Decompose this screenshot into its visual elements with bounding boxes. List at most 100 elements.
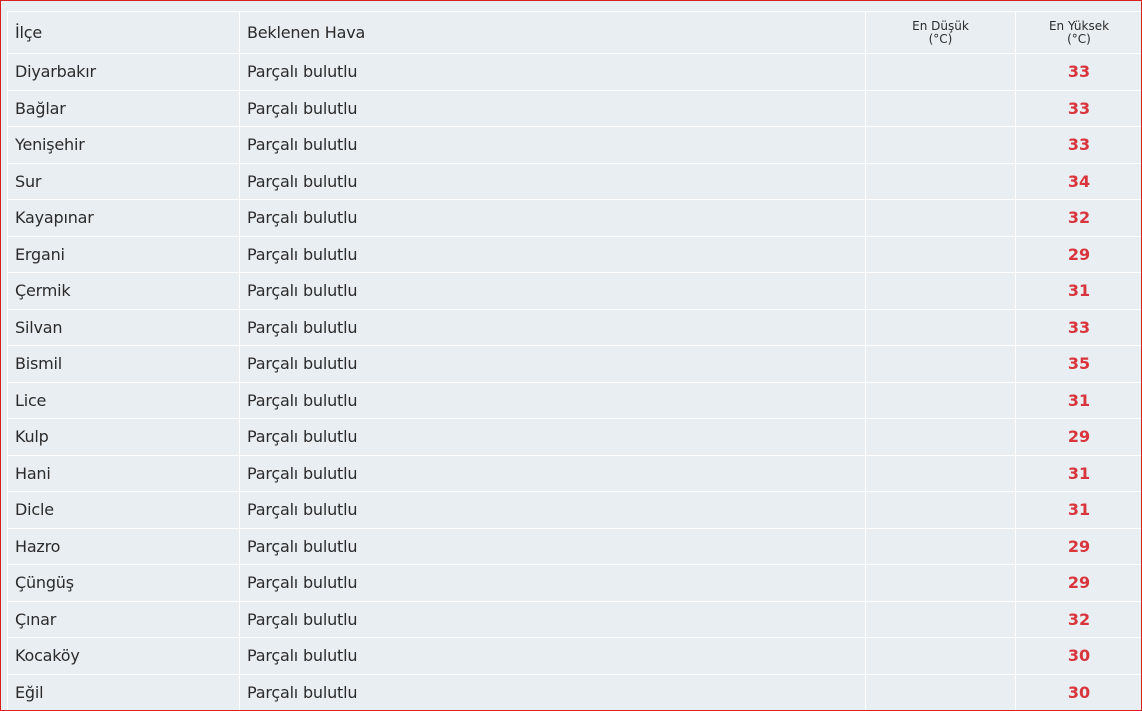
weather-cell: Parçalı bulutlu: [239, 53, 866, 91]
weather-cell: Parçalı bulutlu: [239, 564, 866, 602]
district-cell: Dicle: [7, 491, 240, 529]
table-row: Çüngüş Parçalı bulutlu 29: [7, 564, 1141, 602]
max-temp-cell: 33: [1015, 126, 1141, 164]
min-temp-cell: [865, 600, 1016, 638]
min-temp-cell: [865, 235, 1016, 273]
district-cell: Bağlar: [7, 89, 240, 127]
max-temp-header-label: En Yüksek: [1048, 18, 1110, 33]
min-temp-cell: [865, 345, 1016, 383]
district-cell: Hazro: [7, 527, 240, 565]
min-temp-header-label: En Düşük: [912, 18, 969, 33]
min-temp-cell: [865, 564, 1016, 602]
max-temp-cell: 33: [1015, 308, 1141, 346]
max-temp-cell: 32: [1015, 600, 1141, 638]
table-row: Hazro Parçalı bulutlu 29: [7, 527, 1141, 565]
table-row: Yenişehir Parçalı bulutlu 33: [7, 126, 1141, 164]
table-row: Kocaköy Parçalı bulutlu 30: [7, 637, 1141, 675]
table-row: Diyarbakır Parçalı bulutlu 33: [7, 53, 1141, 91]
table-row: Bismil Parçalı bulutlu 35: [7, 345, 1141, 383]
column-header-district: İlçe: [7, 11, 240, 54]
min-temp-cell: [865, 673, 1016, 710]
table-row: Eğil Parçalı bulutlu 30: [7, 673, 1141, 710]
weather-cell: Parçalı bulutlu: [239, 637, 866, 675]
min-temp-cell: [865, 491, 1016, 529]
district-cell: Hani: [7, 454, 240, 492]
district-cell: Kulp: [7, 418, 240, 456]
max-temp-cell: 30: [1015, 673, 1141, 710]
min-temp-cell: [865, 381, 1016, 419]
max-temp-cell: 29: [1015, 418, 1141, 456]
column-header-max-temp: En Yüksek (°C): [1015, 11, 1141, 54]
column-header-expected-weather: Beklenen Hava: [239, 11, 866, 54]
weather-cell: Parçalı bulutlu: [239, 89, 866, 127]
max-temp-cell: 29: [1015, 564, 1141, 602]
min-temp-cell: [865, 418, 1016, 456]
weather-cell: Parçalı bulutlu: [239, 345, 866, 383]
district-cell: Diyarbakır: [7, 53, 240, 91]
table-row: Kulp Parçalı bulutlu 29: [7, 418, 1141, 456]
max-temp-cell: 33: [1015, 89, 1141, 127]
table-row: Ergani Parçalı bulutlu 29: [7, 235, 1141, 273]
weather-cell: Parçalı bulutlu: [239, 235, 866, 273]
max-temp-cell: 29: [1015, 235, 1141, 273]
weather-cell: Parçalı bulutlu: [239, 162, 866, 200]
max-temp-cell: 32: [1015, 199, 1141, 237]
weather-cell: Parçalı bulutlu: [239, 673, 866, 710]
weather-cell: Parçalı bulutlu: [239, 126, 866, 164]
max-temp-header-unit: (°C): [1067, 31, 1091, 46]
weather-cell: Parçalı bulutlu: [239, 418, 866, 456]
min-temp-cell: [865, 527, 1016, 565]
district-cell: Çüngüş: [7, 564, 240, 602]
weather-cell: Parçalı bulutlu: [239, 381, 866, 419]
max-temp-cell: 31: [1015, 491, 1141, 529]
min-temp-cell: [865, 162, 1016, 200]
district-cell: Bismil: [7, 345, 240, 383]
min-temp-header-unit: (°C): [928, 31, 953, 46]
min-temp-cell: [865, 272, 1016, 310]
table-row: Lice Parçalı bulutlu 31: [7, 381, 1141, 419]
max-temp-cell: 33: [1015, 53, 1141, 91]
max-temp-cell: 31: [1015, 381, 1141, 419]
min-temp-cell: [865, 126, 1016, 164]
district-cell: Yenişehir: [7, 126, 240, 164]
min-temp-cell: [865, 53, 1016, 91]
min-temp-cell: [865, 637, 1016, 675]
max-temp-cell: 30: [1015, 637, 1141, 675]
district-cell: Çınar: [7, 600, 240, 638]
weather-cell: Parçalı bulutlu: [239, 491, 866, 529]
max-temp-cell: 35: [1015, 345, 1141, 383]
weather-cell: Parçalı bulutlu: [239, 199, 866, 237]
district-cell: Kocaköy: [7, 637, 240, 675]
table-row: Bağlar Parçalı bulutlu 33: [7, 89, 1141, 127]
min-temp-cell: [865, 199, 1016, 237]
min-temp-cell: [865, 308, 1016, 346]
weather-cell: Parçalı bulutlu: [239, 272, 866, 310]
weather-cell: Parçalı bulutlu: [239, 527, 866, 565]
table-row: Sur Parçalı bulutlu 34: [7, 162, 1141, 200]
max-temp-cell: 31: [1015, 454, 1141, 492]
max-temp-cell: 34: [1015, 162, 1141, 200]
weather-cell: Parçalı bulutlu: [239, 600, 866, 638]
weather-cell: Parçalı bulutlu: [239, 308, 866, 346]
district-cell: Lice: [7, 381, 240, 419]
district-cell: Sur: [7, 162, 240, 200]
table-row: Dicle Parçalı bulutlu 31: [7, 491, 1141, 529]
district-cell: Eğil: [7, 673, 240, 710]
table-row: Silvan Parçalı bulutlu 33: [7, 308, 1141, 346]
table-header-row: İlçe Beklenen Hava En Düşük (°C) En Yüks…: [7, 11, 1141, 54]
table-row: Çınar Parçalı bulutlu 32: [7, 600, 1141, 638]
table-row: Hani Parçalı bulutlu 31: [7, 454, 1141, 492]
weather-cell: Parçalı bulutlu: [239, 454, 866, 492]
district-cell: Kayapınar: [7, 199, 240, 237]
column-header-min-temp: En Düşük (°C): [865, 11, 1016, 54]
table-row: Kayapınar Parçalı bulutlu 32: [7, 199, 1141, 237]
table-row: Çermik Parçalı bulutlu 31: [7, 272, 1141, 310]
max-temp-cell: 29: [1015, 527, 1141, 565]
max-temp-cell: 31: [1015, 272, 1141, 310]
district-cell: Ergani: [7, 235, 240, 273]
min-temp-cell: [865, 89, 1016, 127]
min-temp-cell: [865, 454, 1016, 492]
district-cell: Silvan: [7, 308, 240, 346]
district-cell: Çermik: [7, 272, 240, 310]
district-forecast-table: İlçe Beklenen Hava En Düşük (°C) En Yüks…: [7, 11, 1141, 710]
